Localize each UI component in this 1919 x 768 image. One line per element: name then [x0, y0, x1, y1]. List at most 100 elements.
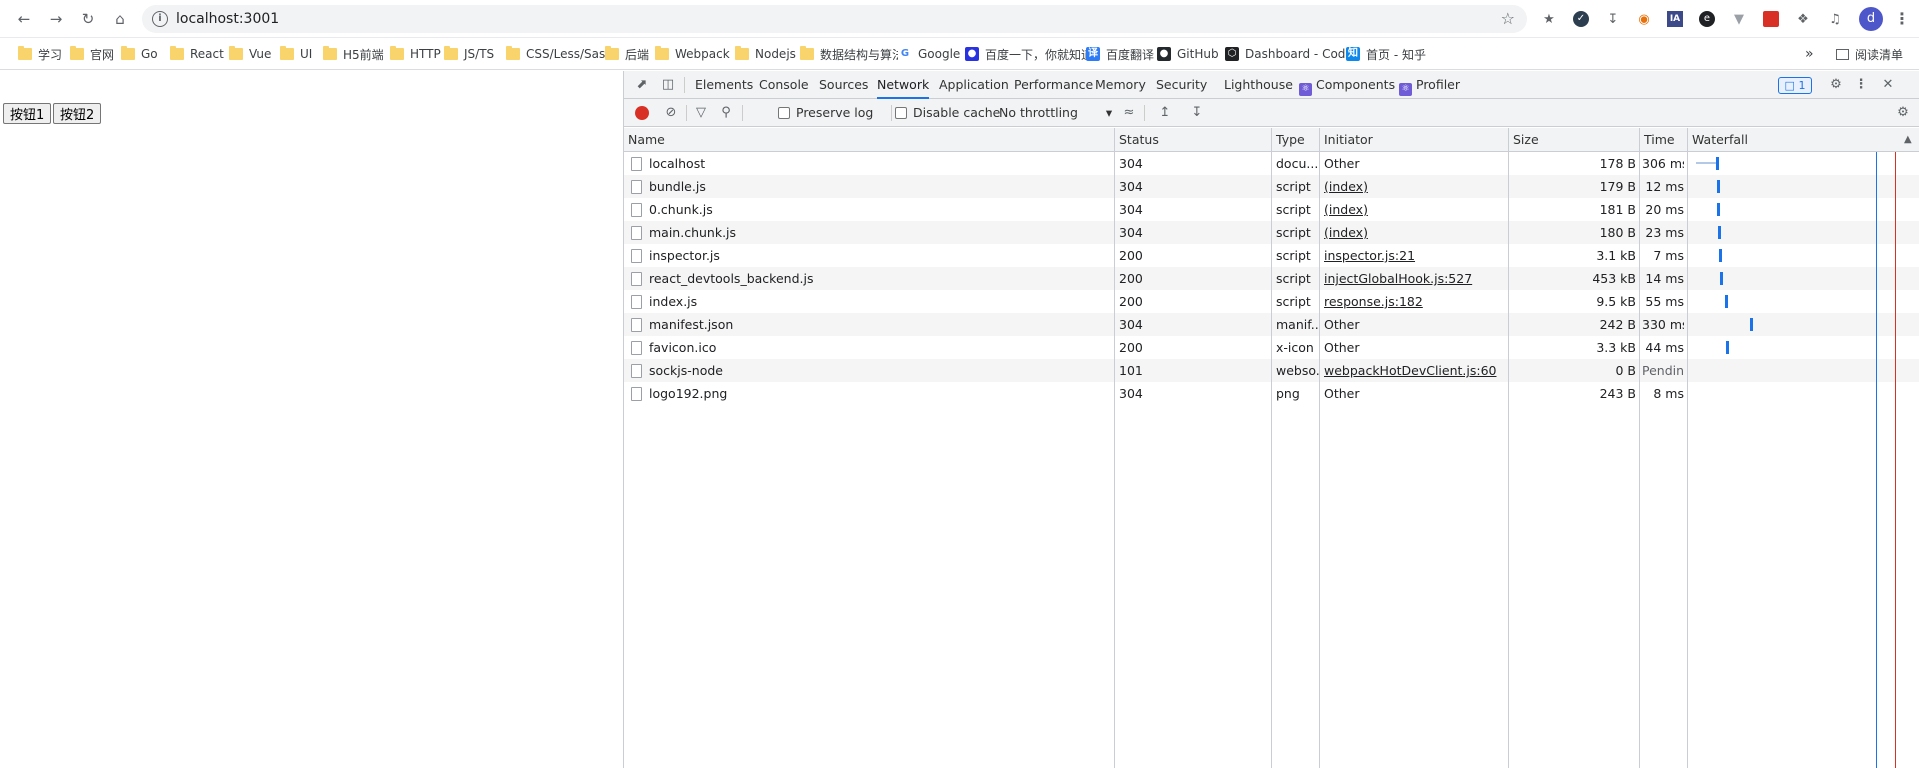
bookmark-item[interactable]: G Google — [898, 38, 960, 70]
column-header-name[interactable]: Name — [624, 128, 1115, 152]
tab-label: Application — [939, 77, 1009, 92]
cell-initiator[interactable]: injectGlobalHook.js:527 — [1324, 267, 1507, 290]
extensions-puzzle-icon[interactable]: ❖ — [1792, 8, 1814, 30]
bookmark-item[interactable]: 后端 — [605, 38, 649, 70]
button-2[interactable]: 按钮2 — [53, 103, 102, 124]
bookmark-item[interactable]: 知首页 - 知乎 — [1346, 38, 1426, 70]
column-header-type[interactable]: Type — [1272, 128, 1320, 152]
cell-type: script — [1276, 294, 1311, 309]
bookmark-star-icon[interactable]: ☆ — [1501, 9, 1515, 28]
bookmark-item[interactable]: Nodejs — [735, 38, 796, 70]
cell-initiator[interactable]: response.js:182 — [1324, 290, 1507, 313]
bookmark-item[interactable]: Go — [121, 38, 158, 70]
network-settings-icon[interactable]: ⚙ — [1894, 104, 1912, 122]
extension-vue-icon[interactable]: ▼ — [1728, 8, 1750, 30]
waterfall-bar — [1717, 226, 1721, 239]
reload-icon[interactable]: ↻ — [76, 7, 100, 31]
tab-sources[interactable]: Sources — [819, 71, 868, 99]
bookmark-item[interactable]: HTTP — [390, 38, 441, 70]
column-divider[interactable] — [1319, 128, 1320, 768]
bookmark-item[interactable]: Vue — [229, 38, 271, 70]
tab-security[interactable]: Security — [1156, 71, 1207, 99]
extension-red-icon[interactable] — [1760, 8, 1782, 30]
column-divider[interactable] — [1508, 128, 1509, 768]
column-header-time[interactable]: Time — [1640, 128, 1688, 152]
extension-ia-icon[interactable]: IA — [1664, 8, 1686, 30]
throttling-select[interactable]: No throttling ▾ — [999, 105, 1112, 120]
folder-icon — [605, 46, 619, 60]
cell-initiator[interactable]: inspector.js:21 — [1324, 244, 1507, 267]
search-icon[interactable]: ⚲ — [717, 104, 735, 122]
clear-icon[interactable]: ⊘ — [662, 104, 680, 122]
tab-network[interactable]: Network — [877, 71, 930, 99]
bookmark-item[interactable]: 译百度翻译 — [1086, 38, 1154, 70]
tab-performance[interactable]: Performance — [1014, 71, 1093, 99]
button-1[interactable]: 按钮1 — [3, 103, 52, 124]
home-icon[interactable]: ⌂ — [108, 7, 132, 31]
browser-menu-icon[interactable]: ⋮ — [1894, 8, 1910, 30]
address-bar[interactable]: i localhost:3001 ☆ — [142, 5, 1527, 33]
record-icon[interactable] — [635, 106, 649, 120]
forward-arrow-icon[interactable]: → — [44, 7, 68, 31]
column-divider[interactable] — [1687, 128, 1688, 768]
bookmark-item[interactable]: ⬡ Dashboard - Cod... — [1225, 38, 1357, 70]
column-header-initiator[interactable]: Initiator — [1320, 128, 1509, 152]
column-divider[interactable] — [1114, 128, 1115, 768]
tab-console[interactable]: Console — [759, 71, 809, 99]
tab-memory[interactable]: Memory — [1095, 71, 1146, 99]
tab-lighthouse[interactable]: Lighthouse — [1224, 71, 1293, 99]
media-control-icon[interactable]: ♫ — [1824, 8, 1846, 30]
bookmark-item[interactable]: 官网 — [70, 38, 114, 70]
settings-gear-icon[interactable]: ⚙ — [1827, 76, 1845, 94]
bookmark-item[interactable]: CSS/Less/Sass — [506, 38, 612, 70]
site-info-icon[interactable]: i — [152, 11, 168, 27]
cell-initiator[interactable]: (index) — [1324, 221, 1507, 244]
inspect-element-icon[interactable]: ⬈ — [633, 76, 651, 94]
bookmark-item[interactable]: JS/TS — [444, 38, 494, 70]
extension-e-icon[interactable]: e — [1696, 8, 1718, 30]
bookmark-item[interactable]: ● GitHub — [1157, 38, 1219, 70]
bookmark-item[interactable]: 数据结构与算法 — [800, 38, 904, 70]
cell-initiator[interactable]: webpackHotDevClient.js:60 — [1324, 359, 1507, 382]
tab-application[interactable]: Application — [939, 71, 1009, 99]
column-header-size[interactable]: Size — [1509, 128, 1640, 152]
tab-elements[interactable]: Elements — [695, 71, 753, 99]
column-divider[interactable] — [1271, 128, 1272, 768]
bookmarks-more-icon[interactable]: » — [1805, 38, 1814, 70]
cell-initiator[interactable]: (index) — [1324, 198, 1507, 221]
import-har-icon[interactable]: ↥ — [1156, 104, 1174, 122]
profile-avatar[interactable]: d — [1859, 7, 1883, 31]
column-header-waterfall[interactable]: Waterfall — [1688, 128, 1919, 152]
export-har-icon[interactable]: ↧ — [1188, 104, 1206, 122]
cell-initiator[interactable]: (index) — [1324, 175, 1507, 198]
issues-badge[interactable]: □ 1 — [1778, 77, 1812, 94]
bookmark-item[interactable]: React — [170, 38, 224, 70]
folder-icon — [170, 46, 184, 60]
bookmark-item[interactable]: H5前端 — [323, 38, 384, 70]
back-arrow-icon[interactable]: ← — [12, 7, 36, 31]
bookmark-item[interactable]: ● 百度一下，你就知道 — [965, 38, 1093, 70]
download-icon[interactable]: ↧ — [1602, 8, 1624, 30]
network-conditions-icon[interactable]: ≈ — [1120, 104, 1138, 122]
close-devtools-icon[interactable]: ✕ — [1879, 76, 1897, 94]
extension-lock-icon[interactable]: ◉ — [1633, 8, 1655, 30]
disable-cache-checkbox[interactable] — [895, 107, 907, 119]
column-divider[interactable] — [1639, 128, 1640, 768]
address-url[interactable]: localhost:3001 — [176, 11, 279, 27]
devtools-menu-icon[interactable]: ⋮ — [1852, 76, 1870, 94]
cell-time: 55 ms — [1645, 294, 1684, 309]
reading-list[interactable]: 阅读清单 — [1836, 38, 1903, 70]
tab-components[interactable]: ⚛ Components — [1299, 71, 1395, 99]
waterfall-sort-icon[interactable]: ▲ — [1904, 128, 1912, 152]
bookmark-item[interactable]: UI — [280, 38, 312, 70]
bookmark-item[interactable]: 学习 — [18, 38, 62, 70]
tab-profiler[interactable]: ⚛ Profiler — [1399, 71, 1460, 99]
extension-check-icon[interactable]: ✓ — [1570, 8, 1592, 30]
filter-icon[interactable]: ▽ — [692, 104, 710, 122]
reading-mode-icon[interactable]: ★ — [1538, 8, 1560, 30]
preserve-log-checkbox[interactable] — [778, 107, 790, 119]
column-header-status[interactable]: Status — [1115, 128, 1272, 152]
bookmark-item[interactable]: Webpack — [655, 38, 730, 70]
cell-name: favicon.ico — [649, 340, 717, 355]
device-toolbar-icon[interactable]: ◫ — [659, 76, 677, 94]
